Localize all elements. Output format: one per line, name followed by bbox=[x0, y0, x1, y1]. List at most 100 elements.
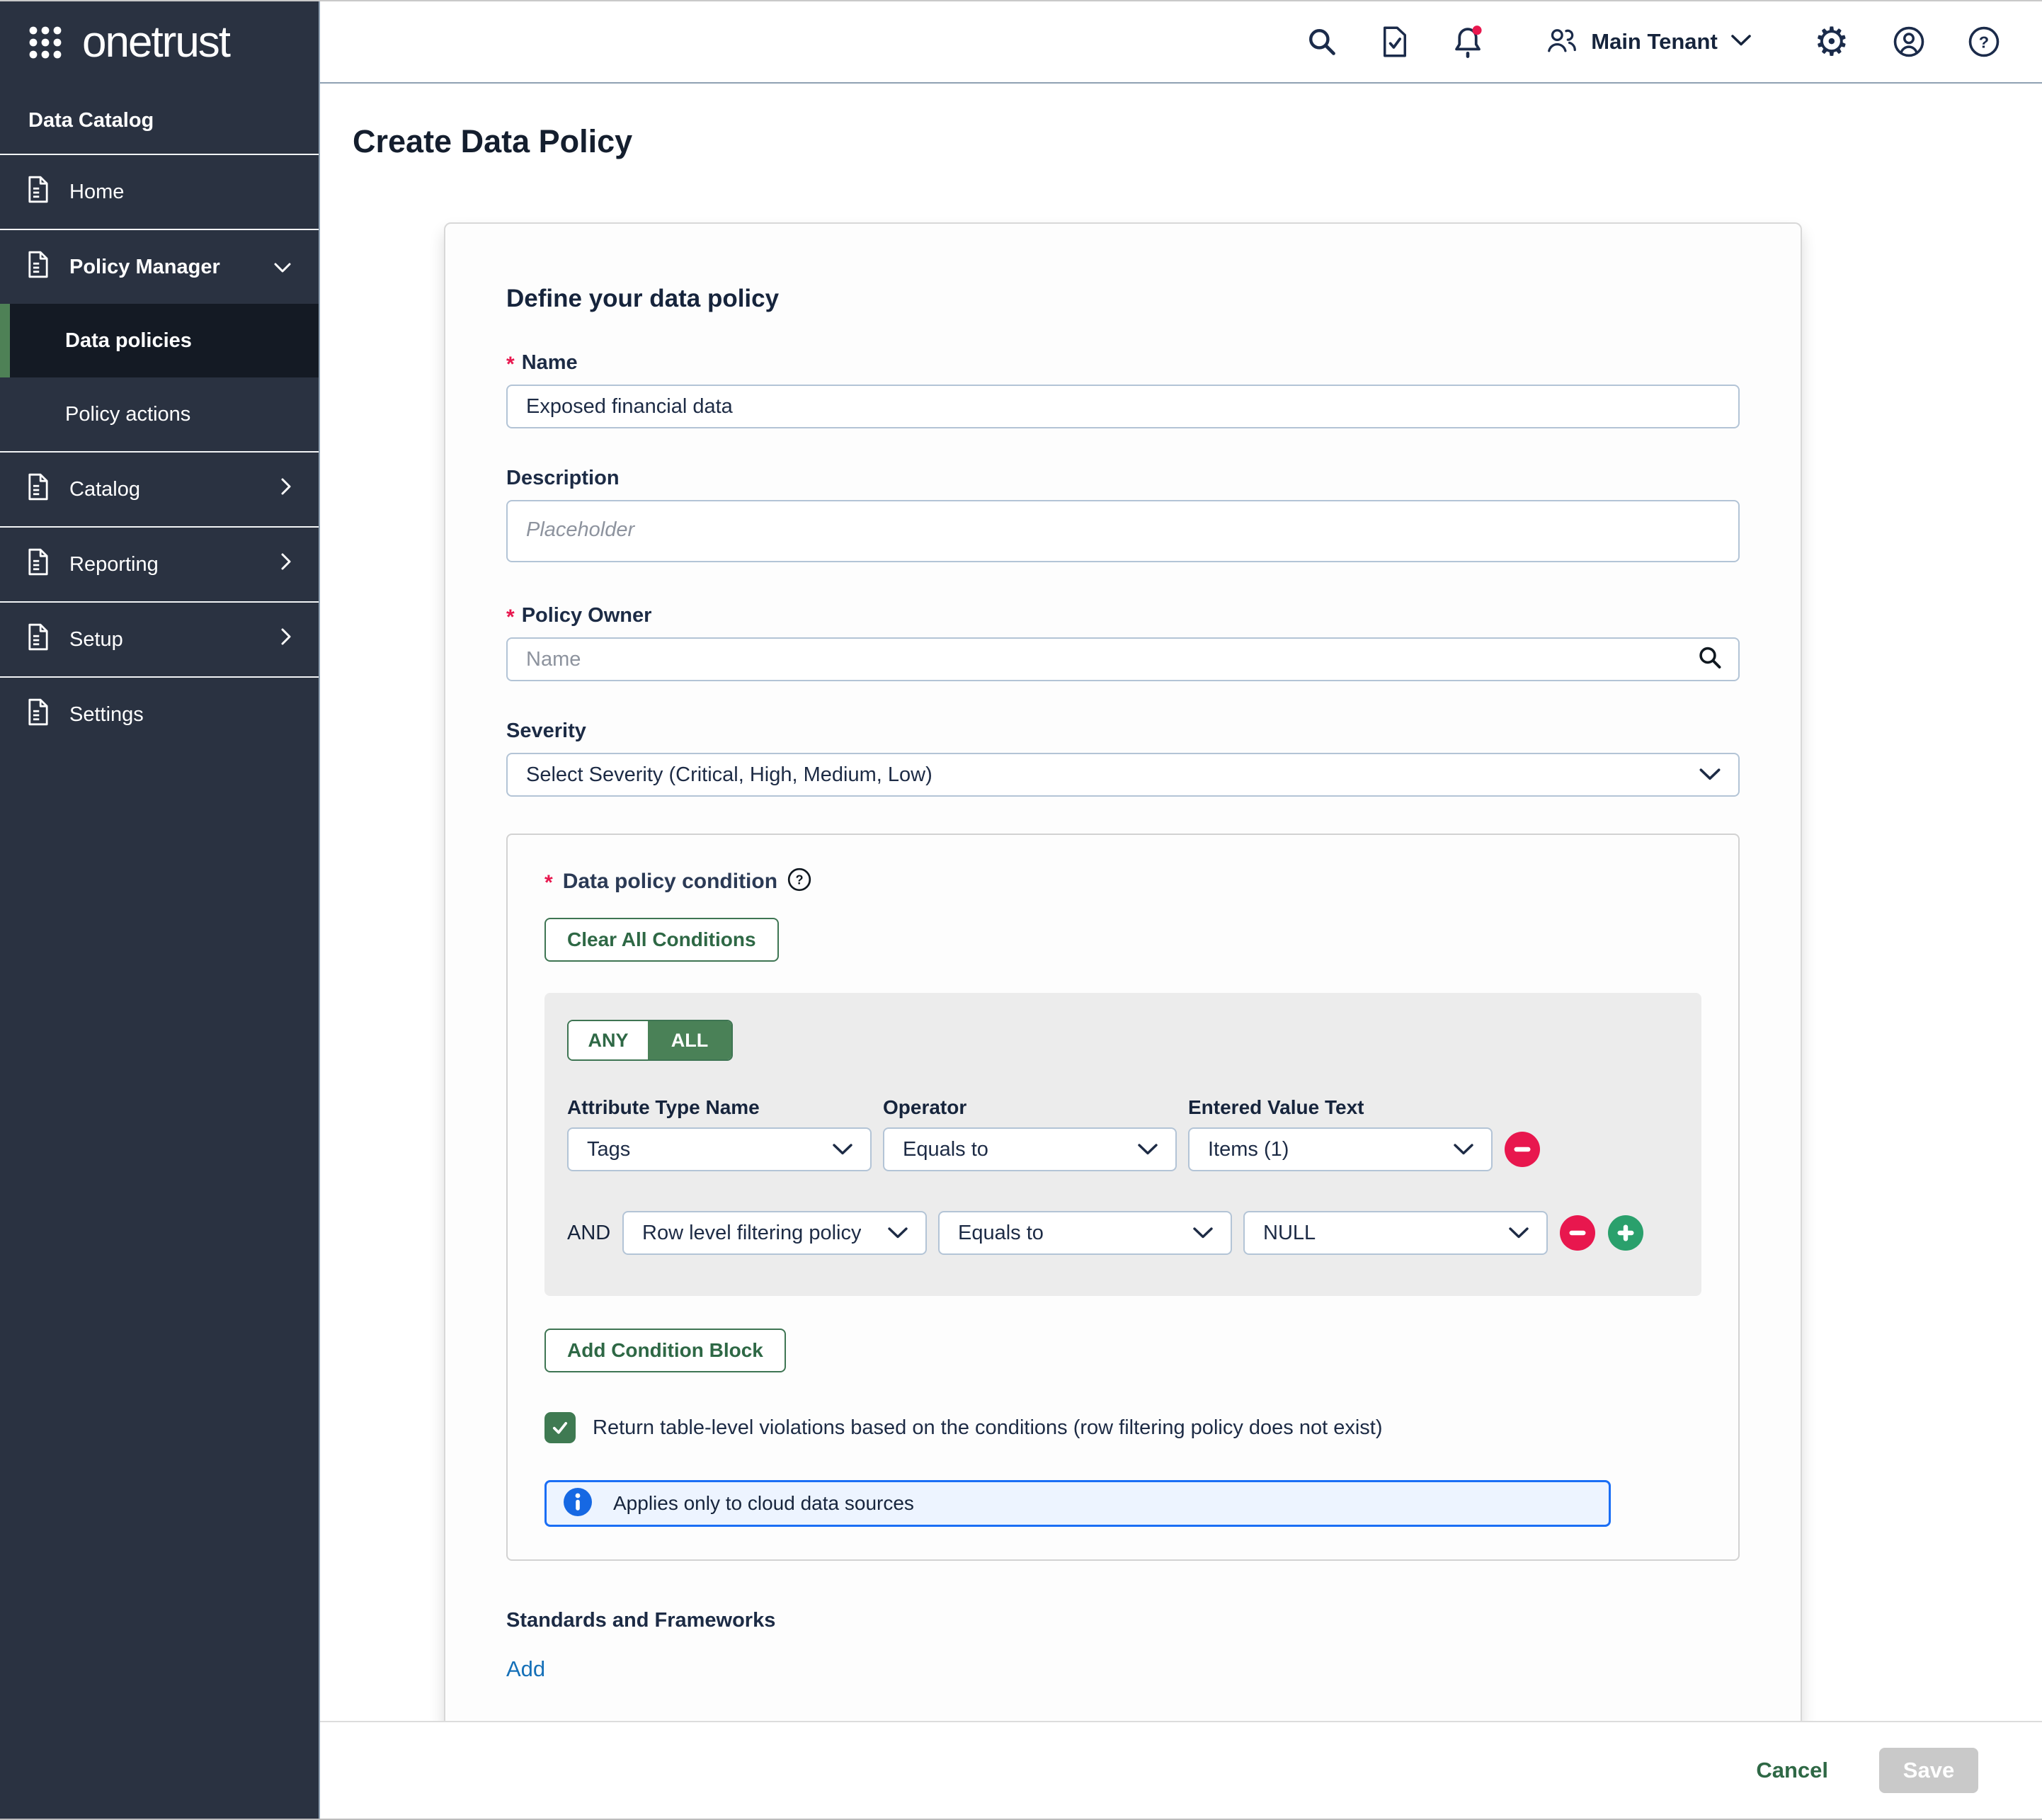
name-field-group: * Name bbox=[506, 351, 1740, 428]
chevron-down-icon bbox=[887, 1222, 908, 1245]
chevron-down-icon bbox=[832, 1138, 853, 1161]
sidebar-item-label: Reporting bbox=[69, 553, 159, 576]
condition-row: AND Row level filtering policy Equals to bbox=[567, 1211, 1679, 1255]
cancel-button[interactable]: Cancel bbox=[1756, 1758, 1828, 1783]
sidebar-item-setup[interactable]: Setup bbox=[0, 603, 319, 676]
notifications-bell-icon[interactable] bbox=[1452, 25, 1483, 59]
attribute-select[interactable]: Tags bbox=[567, 1127, 872, 1171]
account-icon[interactable] bbox=[1893, 26, 1924, 57]
svg-text:?: ? bbox=[1979, 33, 1989, 52]
product-title: Data Catalog bbox=[0, 84, 319, 154]
sidebar-item-label: Policy actions bbox=[65, 403, 190, 426]
attribute-select[interactable]: Row level filtering policy bbox=[622, 1211, 927, 1255]
document-icon bbox=[27, 698, 50, 732]
document-icon bbox=[27, 473, 50, 506]
sidebar-item-reporting[interactable]: Reporting bbox=[0, 528, 319, 601]
sidebar-item-label: Policy Manager bbox=[69, 256, 220, 279]
gear-icon[interactable]: ⚙ bbox=[1814, 22, 1849, 62]
severity-label: Severity bbox=[506, 720, 586, 743]
value-select[interactable]: NULL bbox=[1243, 1211, 1548, 1255]
page-title: Create Data Policy bbox=[353, 123, 2042, 160]
description-label: Description bbox=[506, 467, 620, 490]
toggle-all-option[interactable]: ALL bbox=[648, 1021, 731, 1059]
table-level-violations-row: Return table-level violations based on t… bbox=[544, 1412, 1701, 1443]
column-header-value: Entered Value Text bbox=[1188, 1096, 1493, 1119]
sidebar-item-policy-actions[interactable]: Policy actions bbox=[0, 377, 319, 451]
description-field-group: Description bbox=[506, 467, 1740, 566]
description-input[interactable] bbox=[506, 500, 1740, 562]
operator-select-value: Equals to bbox=[903, 1138, 988, 1161]
main-column: Main Tenant ⚙ ? Cr bbox=[320, 1, 2042, 1819]
chevron-down-icon bbox=[1508, 1222, 1529, 1245]
document-icon bbox=[27, 548, 50, 581]
chevron-right-icon bbox=[280, 552, 292, 576]
toggle-any-option[interactable]: ANY bbox=[569, 1021, 648, 1059]
sidebar-item-label: Data policies bbox=[65, 329, 192, 353]
document-icon bbox=[27, 176, 50, 209]
operator-select[interactable]: Equals to bbox=[883, 1127, 1177, 1171]
table-level-violations-checkbox[interactable] bbox=[544, 1412, 576, 1443]
sidebar-item-label: Catalog bbox=[69, 478, 140, 501]
chevron-down-icon bbox=[1453, 1138, 1474, 1161]
value-select-value: NULL bbox=[1263, 1222, 1316, 1245]
name-label: Name bbox=[522, 351, 578, 375]
section-title: Define your data policy bbox=[506, 285, 1740, 313]
column-header-attribute: Attribute Type Name bbox=[567, 1096, 872, 1119]
save-button[interactable]: Save bbox=[1879, 1748, 1978, 1793]
document-icon bbox=[27, 623, 50, 656]
policy-owner-label: Policy Owner bbox=[522, 604, 652, 627]
name-input[interactable] bbox=[506, 385, 1740, 428]
clear-all-conditions-button[interactable]: Clear All Conditions bbox=[544, 918, 779, 962]
checkbox-label: Return table-level violations based on t… bbox=[593, 1416, 1382, 1440]
condition-label: Data policy condition bbox=[563, 870, 777, 894]
sidebar-item-policy-manager[interactable]: Policy Manager bbox=[0, 230, 319, 304]
document-check-icon[interactable] bbox=[1381, 25, 1408, 58]
chevron-right-icon bbox=[280, 627, 292, 652]
chevron-right-icon bbox=[280, 477, 292, 501]
info-icon bbox=[562, 1486, 593, 1521]
remove-condition-icon[interactable] bbox=[1504, 1131, 1604, 1168]
data-policy-condition-section: * Data policy condition ? Clear All Cond… bbox=[506, 834, 1740, 1561]
column-header-operator: Operator bbox=[883, 1096, 1177, 1119]
value-select[interactable]: Items (1) bbox=[1188, 1127, 1493, 1171]
search-icon bbox=[1697, 645, 1723, 674]
logo-wordmark: onetrust bbox=[82, 21, 229, 64]
chevron-down-icon bbox=[1192, 1222, 1214, 1245]
operator-select[interactable]: Equals to bbox=[938, 1211, 1232, 1255]
severity-select[interactable]: Select Severity (Critical, High, Medium,… bbox=[506, 753, 1740, 797]
form-footer: Cancel Save bbox=[320, 1721, 2042, 1819]
policy-owner-field-group: * Policy Owner bbox=[506, 604, 1740, 681]
chevron-down-icon bbox=[1730, 34, 1752, 50]
remove-condition-icon[interactable] bbox=[1559, 1215, 1596, 1251]
sidebar-item-catalog[interactable]: Catalog bbox=[0, 453, 319, 526]
chevron-down-icon bbox=[273, 256, 292, 279]
chevron-down-icon bbox=[1137, 1138, 1158, 1161]
page-content: Create Data Policy Define your data poli… bbox=[320, 84, 2042, 1721]
sidebar-item-data-policies[interactable]: Data policies bbox=[0, 304, 319, 377]
sidebar-item-settings[interactable]: Settings bbox=[0, 678, 319, 751]
tenant-selector[interactable]: Main Tenant bbox=[1546, 27, 1752, 57]
standards-frameworks-label: Standards and Frameworks bbox=[506, 1609, 1740, 1632]
grid-dots-icon bbox=[27, 24, 64, 61]
required-asterisk: * bbox=[506, 607, 515, 628]
info-alert-text: Applies only to cloud data sources bbox=[613, 1492, 914, 1515]
help-circle-icon[interactable]: ? bbox=[787, 868, 811, 895]
add-condition-block-button[interactable]: Add Condition Block bbox=[544, 1329, 786, 1372]
policy-owner-input[interactable] bbox=[506, 637, 1740, 681]
document-icon bbox=[27, 251, 50, 284]
sidebar-item-label: Settings bbox=[69, 703, 144, 727]
sidebar-item-label: Home bbox=[69, 181, 124, 204]
app-window: onetrust Data Catalog Home Policy Manage… bbox=[0, 0, 2042, 1820]
search-icon[interactable] bbox=[1306, 26, 1337, 57]
help-icon[interactable]: ? bbox=[1968, 26, 2000, 57]
add-standards-link[interactable]: Add bbox=[506, 1656, 545, 1682]
any-all-toggle: ANY ALL bbox=[567, 1020, 733, 1061]
tenant-label: Main Tenant bbox=[1591, 29, 1718, 55]
add-condition-icon[interactable] bbox=[1607, 1215, 1644, 1251]
sidebar-item-home[interactable]: Home bbox=[0, 155, 319, 229]
attribute-select-value: Row level filtering policy bbox=[642, 1222, 861, 1245]
sidebar: onetrust Data Catalog Home Policy Manage… bbox=[0, 1, 320, 1819]
onetrust-logo[interactable]: onetrust bbox=[0, 1, 319, 84]
sidebar-item-label: Setup bbox=[69, 628, 123, 652]
people-icon bbox=[1546, 27, 1578, 57]
